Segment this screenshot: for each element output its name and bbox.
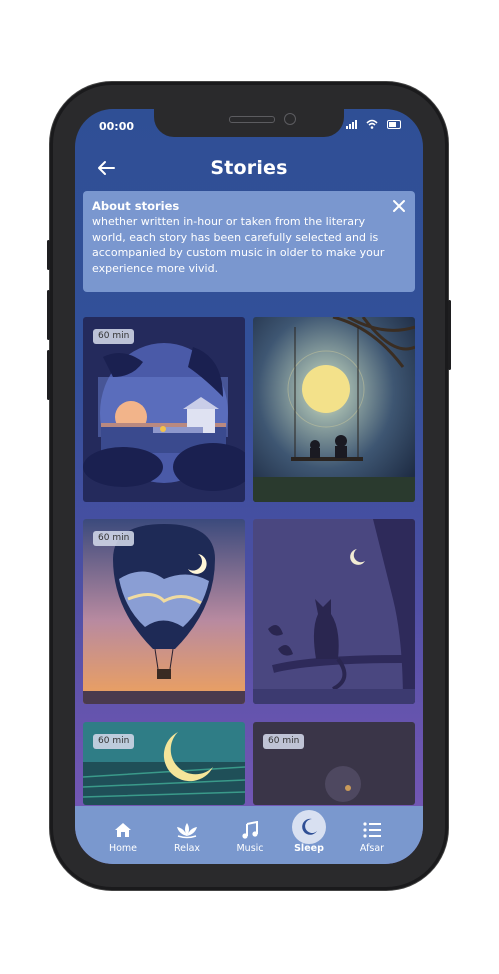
hot-air-balloon-illustration [83,519,245,704]
music-note-icon [238,818,262,842]
about-stories-banner: About stories whether written in-hour or… [83,191,415,292]
story-card[interactable]: 60 min [83,317,245,502]
tab-label: Home [108,843,138,854]
home-icon [111,818,135,842]
story-card[interactable]: 60 min [253,722,415,805]
tab-label: Afsar [359,843,385,854]
swing-moon-illustration [253,317,415,502]
about-text: whether written in-hour or taken from th… [92,215,385,275]
app-screen: 00:00 Stories About stories whether writ… [75,109,423,864]
duration-badge: 60 min [263,734,305,749]
phone-side-button [47,240,50,270]
tab-sleep[interactable]: Sleep [278,806,340,864]
duration-badge: 60 min [93,329,135,344]
tab-relax[interactable]: Relax [156,806,218,864]
page-title: Stories [210,157,288,179]
cat-tree-moon-illustration [253,519,415,704]
camera [284,113,296,125]
tab-label: Sleep [294,843,324,854]
story-card[interactable]: 60 min [83,519,245,704]
about-title: About stories [92,199,180,213]
status-icons [346,119,401,129]
speaker [229,116,275,123]
lotus-icon [175,818,199,842]
battery-icon [387,119,401,129]
duration-badge: 60 min [93,734,135,749]
signal-icon [346,119,357,129]
island-house-illustration [83,317,245,502]
story-card[interactable]: 60 min [83,722,245,805]
list-icon [360,818,384,842]
story-card[interactable] [253,317,415,502]
wifi-icon [366,119,378,129]
story-card[interactable] [253,519,415,704]
notch [154,109,344,137]
tab-label: Relax [173,843,201,854]
moon-icon [292,810,326,844]
phone-volume-up [47,290,50,340]
tab-afsar[interactable]: Afsar [341,806,403,864]
tab-label: Music [236,843,264,854]
phone-power-button [448,300,451,370]
phone-volume-down [47,350,50,400]
header: Stories [75,155,423,185]
tab-music[interactable]: Music [219,806,281,864]
duration-badge: 60 min [93,531,135,546]
bottom-tab-bar: Home Relax Music Sleep Afsar [75,806,423,864]
tab-home[interactable]: Home [92,806,154,864]
status-time: 00:00 [99,120,135,133]
close-icon[interactable] [391,199,407,215]
